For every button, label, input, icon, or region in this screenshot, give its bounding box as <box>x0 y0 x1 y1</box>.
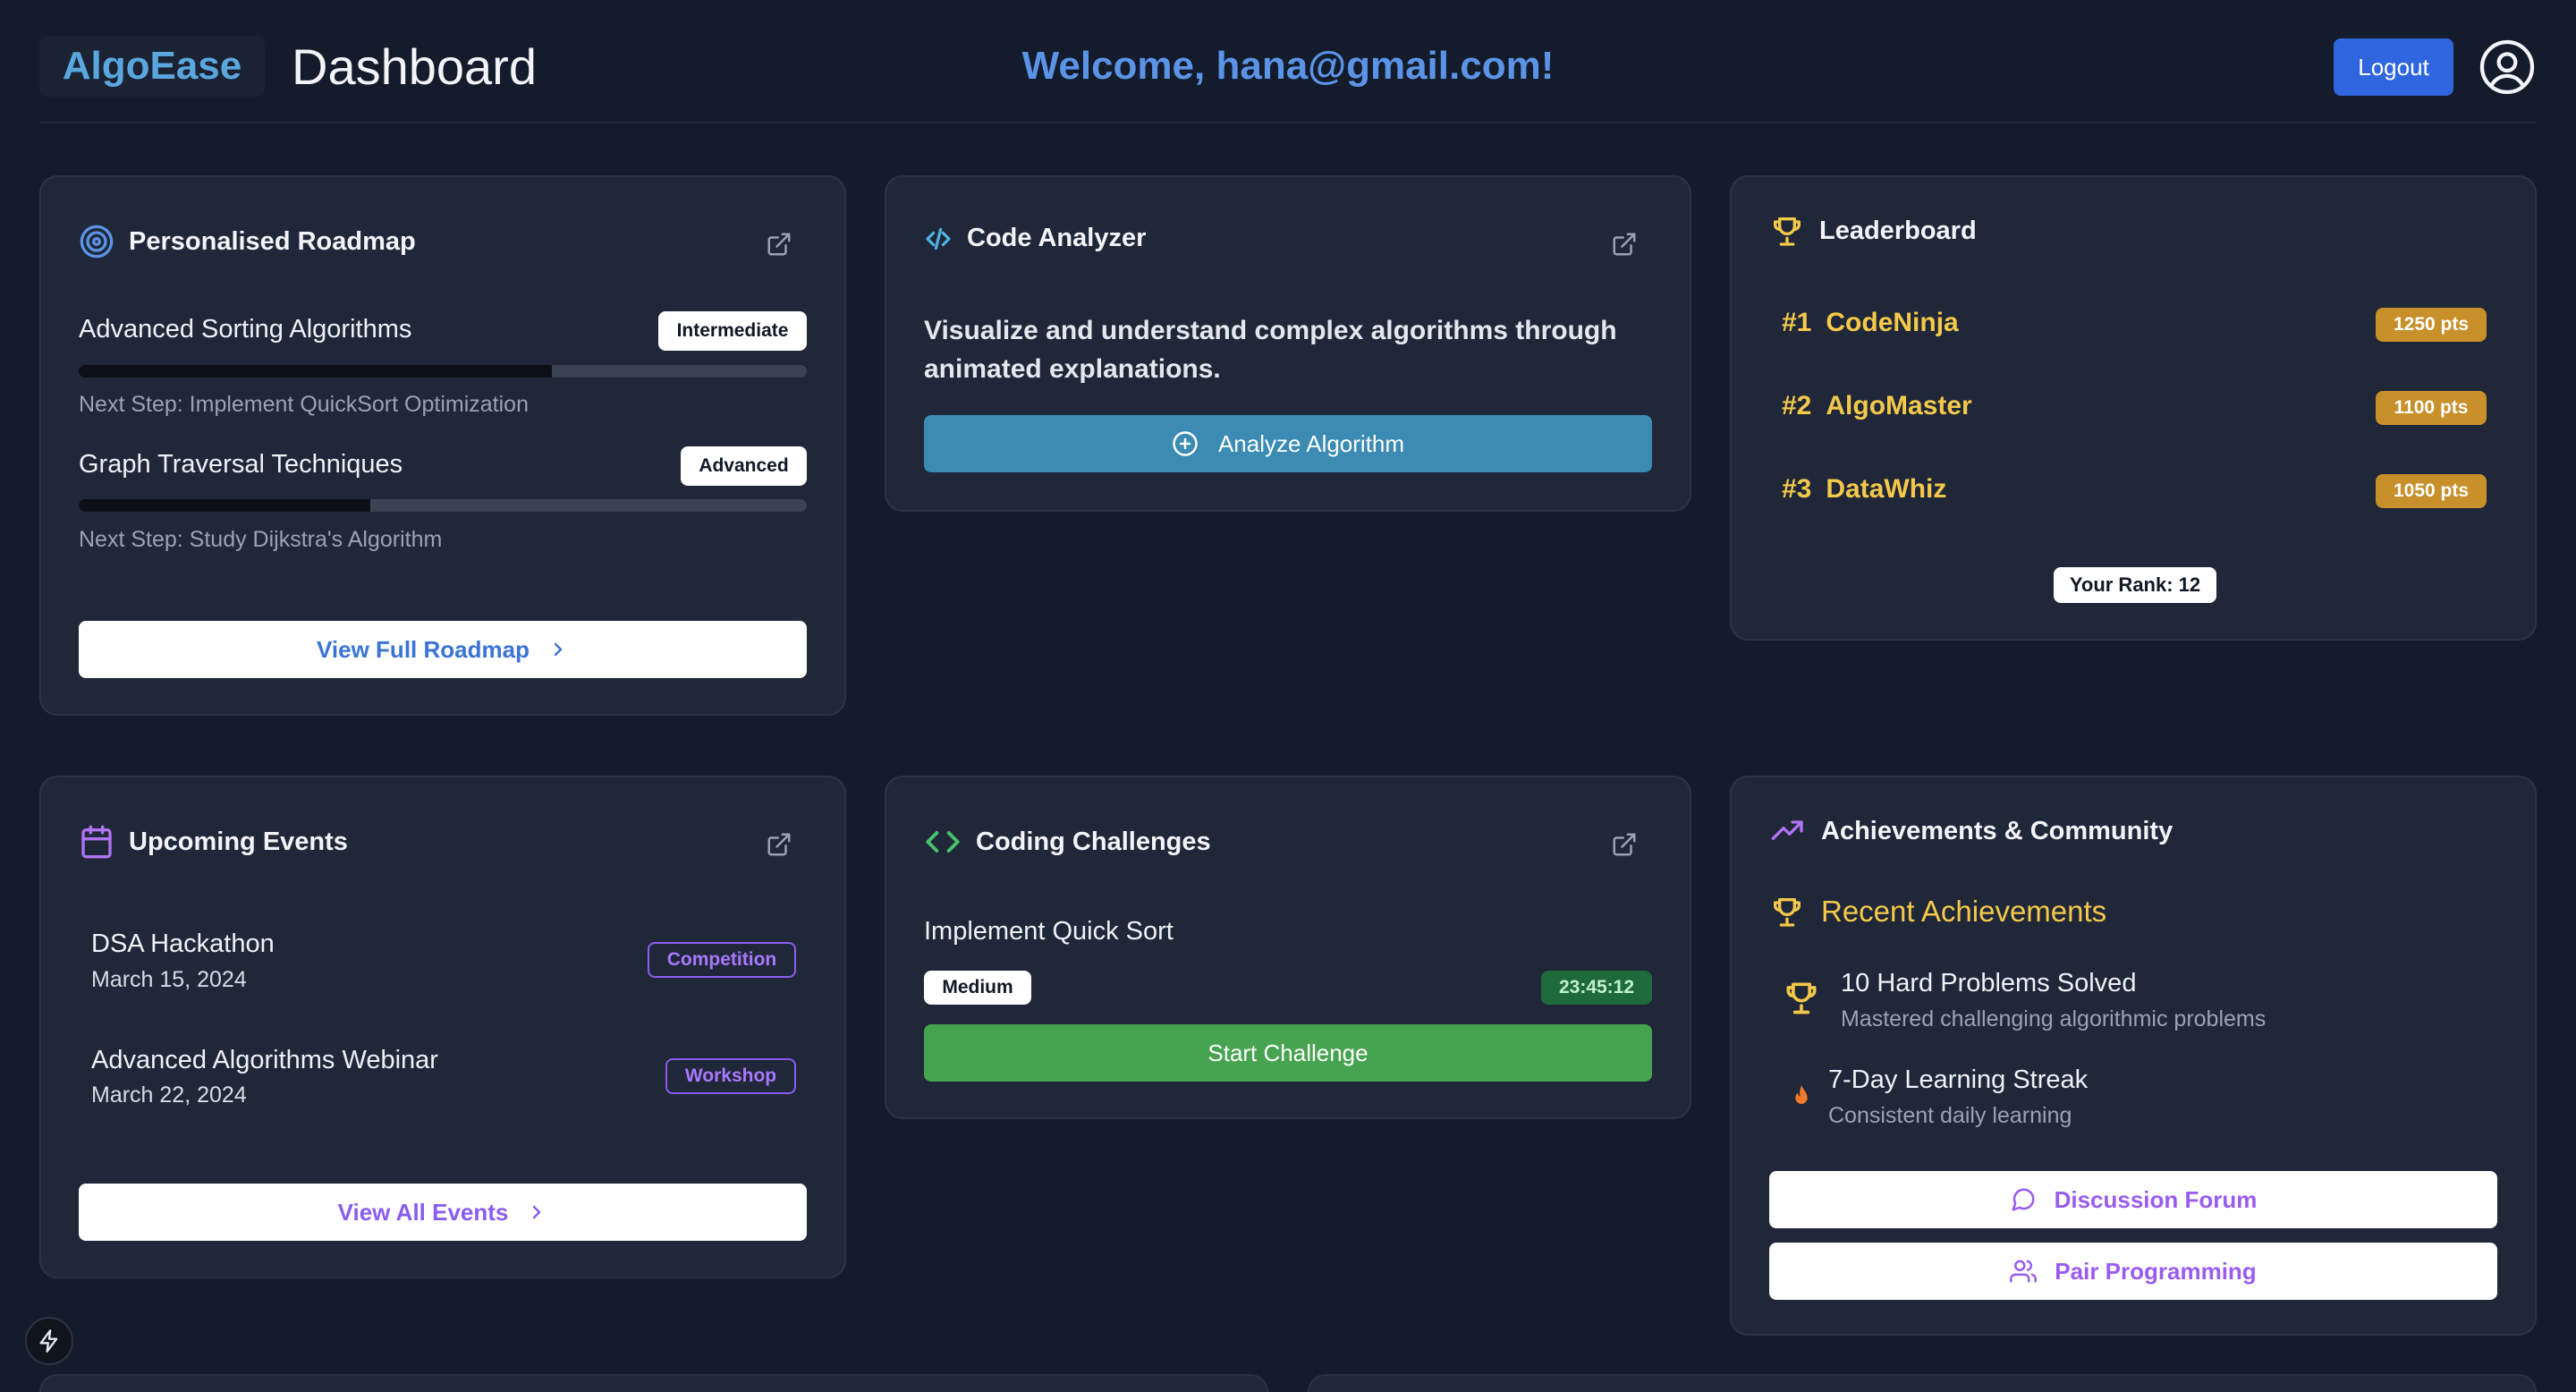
challenges-card: Coding Challenges Implement Quick Sort M… <box>885 776 1691 1119</box>
trending-up-icon <box>1771 820 1803 840</box>
trophy-icon <box>1774 898 1801 927</box>
roadmap-card-header: Personalised Roadmap <box>79 224 416 259</box>
leaderboard-header: Leaderboard <box>1769 213 1977 249</box>
events-header: Upcoming Events <box>79 824 348 860</box>
achievement-title: 10 Hard Problems Solved <box>1841 969 2137 997</box>
external-link-icon[interactable] <box>1611 231 1638 258</box>
event-type-badge: Workshop <box>665 1058 796 1094</box>
challenges-title: Coding Challenges <box>976 827 1211 856</box>
achievements-header: Achievements & Community <box>1769 813 2173 849</box>
achievement-title: 7-Day Learning Streak <box>1828 1065 2089 1094</box>
view-all-events-button[interactable]: View All Events <box>79 1184 807 1241</box>
leaderboard-name: CodeNinja <box>1826 308 1959 337</box>
progress-fill <box>79 365 553 378</box>
achievement-subtitle: Mastered challenging algorithmic problem… <box>1841 1006 2267 1031</box>
chevron-right-icon <box>533 1205 541 1219</box>
analyze-algorithm-button[interactable]: Analyze Algorithm <box>924 415 1652 472</box>
welcome-message: Welcome, hana@gmail.com! <box>1021 44 1555 88</box>
event-date: March 15, 2024 <box>91 967 247 992</box>
roadmap-card: Personalised Roadmap Advanced Sorting Al… <box>39 175 846 716</box>
code-icon <box>926 831 960 853</box>
chevron-right-icon <box>554 642 563 657</box>
roadmap-title: Personalised Roadmap <box>129 226 416 256</box>
dashboard-page: AlgoEase Dashboard Welcome, hana@gmail.c… <box>0 0 2576 1392</box>
discussion-forum-label: Discussion Forum <box>2054 1185 2258 1213</box>
difficulty-badge: Medium <box>924 971 1031 1005</box>
progress-fill <box>79 499 370 512</box>
view-all-events-label: View All Events <box>337 1198 509 1226</box>
leaderboard-card: Leaderboard #1 CodeNinja 1250 pts #2 Alg… <box>1730 175 2537 641</box>
recent-achievements-heading: Recent Achievements <box>1769 894 2106 929</box>
logout-button[interactable]: Logout <box>2334 38 2453 96</box>
trophy-icon <box>1786 982 1817 1014</box>
next-step-text: Next Step: Study Dijkstra's Algorithm <box>79 527 443 552</box>
events-card: Upcoming Events DSA Hackathon March 15, … <box>39 776 846 1278</box>
event-title[interactable]: DSA Hackathon <box>91 929 275 959</box>
discussion-forum-button[interactable]: Discussion Forum <box>1769 1171 2497 1228</box>
points-badge: 1100 pts <box>2376 391 2487 425</box>
event-title[interactable]: Advanced Algorithms Webinar <box>91 1046 438 1075</box>
analyze-algorithm-label: Analyze Algorithm <box>1217 429 1405 457</box>
calendar-icon <box>81 825 112 859</box>
pair-programming-button[interactable]: Pair Programming <box>1769 1243 2497 1300</box>
roadmap-item-title: Graph Traversal Techniques <box>79 450 403 479</box>
progress-bar <box>79 499 807 512</box>
code-analyzer-header: Code Analyzer <box>924 224 1146 253</box>
leaderboard-row[interactable]: #3 DataWhiz <box>1782 474 1946 505</box>
view-full-roadmap-label: View Full Roadmap <box>317 635 530 663</box>
trophy-icon <box>1774 217 1801 246</box>
leaderboard-row[interactable]: #1 CodeNinja <box>1782 308 1959 338</box>
bolt-icon <box>39 1329 58 1353</box>
leaderboard-title: Leaderboard <box>1819 216 1977 245</box>
achievement-subtitle: Consistent daily learning <box>1828 1103 2072 1128</box>
challenge-title: Implement Quick Sort <box>924 917 1174 946</box>
leaderboard-row[interactable]: #2 AlgoMaster <box>1782 391 1972 421</box>
bottom-card-left <box>39 1374 1268 1392</box>
code-icon <box>926 227 951 250</box>
timer-badge: 23:45:12 <box>1541 971 1652 1005</box>
target-icon <box>80 225 114 259</box>
leaderboard-rank: #1 <box>1782 308 1812 337</box>
challenges-header: Coding Challenges <box>924 824 1211 860</box>
users-icon <box>2010 1260 2038 1283</box>
event-date: March 22, 2024 <box>91 1082 247 1108</box>
user-circle-icon[interactable] <box>2479 38 2536 96</box>
message-circle-icon <box>2012 1188 2035 1211</box>
your-rank-badge: Your Rank: 12 <box>2054 567 2216 603</box>
next-step-text: Next Step: Implement QuickSort Optimizat… <box>79 392 529 417</box>
top-header: AlgoEase Dashboard Welcome, hana@gmail.c… <box>39 0 2537 123</box>
recent-achievements-title: Recent Achievements <box>1821 895 2107 928</box>
points-badge: 1250 pts <box>2376 308 2487 342</box>
pair-programming-label: Pair Programming <box>2055 1257 2257 1285</box>
code-analyzer-card: Code Analyzer Visualize and understand c… <box>885 175 1691 512</box>
start-challenge-button[interactable]: Start Challenge <box>924 1024 1652 1082</box>
achievements-card: Achievements & Community Recent Achievem… <box>1730 776 2537 1336</box>
quick-action-button[interactable] <box>25 1317 73 1365</box>
progress-bar <box>79 365 807 378</box>
bottom-card-right <box>1308 1374 2537 1392</box>
external-link-icon[interactable] <box>766 831 792 858</box>
events-title: Upcoming Events <box>129 827 348 856</box>
flame-icon <box>1795 1084 1808 1104</box>
achievements-title: Achievements & Community <box>1821 816 2174 845</box>
leaderboard-rank: #3 <box>1782 474 1812 504</box>
plus-circle-icon <box>1173 431 1198 456</box>
code-analyzer-description: Visualize and understand complex algorit… <box>924 316 1617 384</box>
code-analyzer-title: Code Analyzer <box>967 224 1147 252</box>
level-badge: Advanced <box>681 446 807 486</box>
roadmap-item-title: Advanced Sorting Algorithms <box>79 315 412 344</box>
view-full-roadmap-button[interactable]: View Full Roadmap <box>79 621 807 678</box>
leaderboard-name: DataWhiz <box>1826 474 1947 504</box>
external-link-icon[interactable] <box>1611 831 1638 858</box>
points-badge: 1050 pts <box>2376 474 2487 508</box>
event-type-badge: Competition <box>648 942 796 978</box>
external-link-icon[interactable] <box>766 231 792 258</box>
leaderboard-name: AlgoMaster <box>1826 391 1972 420</box>
level-badge: Intermediate <box>658 311 807 351</box>
leaderboard-rank: #2 <box>1782 391 1812 420</box>
